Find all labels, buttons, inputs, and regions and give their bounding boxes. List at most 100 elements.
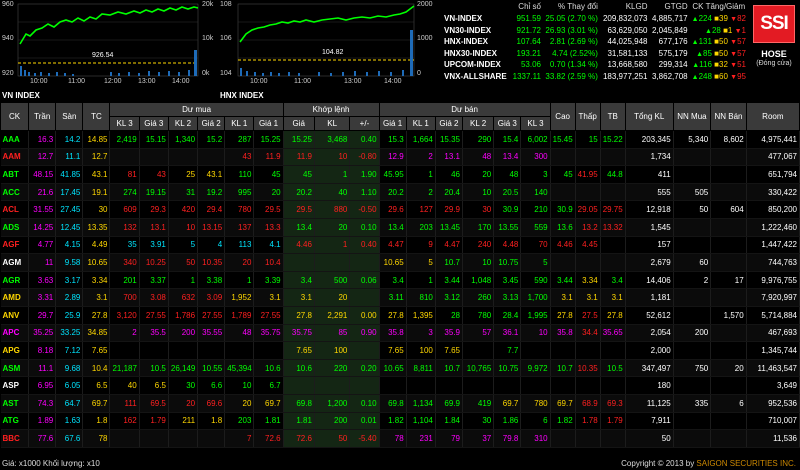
cell-foreign-sell <box>710 341 747 360</box>
col-foreign-sell: NN Bán <box>710 102 747 131</box>
cell-ask-vol1: 1 <box>406 271 436 290</box>
cell-symbol[interactable]: ANV <box>0 306 30 325</box>
cell-ask-vol1: 1,104 <box>406 412 436 431</box>
index-name: VNX-ALLSHARE <box>444 71 507 81</box>
cell-bid-price2: 13.15 <box>197 218 226 237</box>
cell-foreign-buy <box>673 341 712 360</box>
cell-ask-vol3: 590 <box>520 271 551 290</box>
cell-symbol[interactable]: APG <box>0 341 30 360</box>
stock-row[interactable]: AGM 11 9.58 10.65 340 10.25 50 10.35 20 10.4 10.65… <box>0 253 800 272</box>
cell-symbol[interactable]: ABT <box>0 165 30 184</box>
down-arrow-icon: ▼ <box>734 27 742 35</box>
hnx-index-chart: 108 106 104 2000 1000 0 10:00 11:00 13:0… <box>218 0 440 100</box>
advancers: 28 <box>711 25 721 35</box>
cell-symbol[interactable]: APC <box>0 324 30 343</box>
cell-ask-price3: 15.4 <box>493 130 522 149</box>
cell-match-change <box>349 376 380 395</box>
cell-room: 4,975,441 <box>746 130 800 149</box>
stock-row[interactable]: AAA 16.3 14.2 14.85 2,419 15.15 1,340 15.2 287 15… <box>0 130 800 149</box>
index-change: 4.74 (2.52%) <box>552 48 598 58</box>
cell-ask-vol2: 260 <box>462 288 495 307</box>
cell-symbol[interactable]: BBC <box>0 429 30 448</box>
cell-symbol[interactable]: ADS <box>0 218 30 237</box>
index-row[interactable]: VNX-ALLSHARE 1337.11 33.82 (2.59 %) 183,977… <box>442 71 748 83</box>
cell-bid-price3: 10.25 <box>139 253 169 272</box>
cell-symbol[interactable]: ACL <box>0 200 30 219</box>
cell-symbol[interactable]: AGF <box>0 236 30 255</box>
index-change: 0.70 (1.34 %) <box>549 60 598 70</box>
index-row[interactable]: VN30-INDEX 921.72 26.93 (3.01 %) 63,629,050… <box>442 25 748 37</box>
col-match-group: Khớp lệnh <box>282 102 380 117</box>
cell-symbol[interactable]: AST <box>0 394 30 413</box>
cell-symbol[interactable]: ASP <box>0 376 30 395</box>
y-tick: 1000 <box>417 35 433 42</box>
cell-bid-vol2: 25 <box>168 165 199 184</box>
col-ask-vol1: KL 1 <box>405 116 436 131</box>
ssi-logo: SSI HOSE (Đóng cửa) <box>750 5 798 97</box>
index-header: GTGD <box>664 2 688 11</box>
stock-row[interactable]: ASM 11.1 9.68 10.4 21,187 10.5 26,149 10.55 45,3… <box>0 359 800 378</box>
cell-ref: 6.5 <box>82 376 111 395</box>
index-header: Chỉ số <box>518 2 541 11</box>
cell-bid-price1: 10.6 <box>253 359 284 378</box>
cell-ask-vol3: 780 <box>520 394 551 413</box>
cell-avg <box>600 253 626 272</box>
index-row[interactable]: UPCOM-INDEX 53.06 0.70 (1.34 %) 13,668,580 2… <box>442 59 748 71</box>
stock-row[interactable]: AGR 3.63 3.17 3.34 201 3.37 1 3.38 1 3.39 3.4 500 0.… <box>0 271 800 290</box>
cell-room: 7,920,997 <box>746 288 800 307</box>
index-row[interactable]: VN-INDEX 951.59 25.05 (2.70 %) 209,832,073 4… <box>442 13 748 25</box>
cell-bid-price1: 35.75 <box>253 324 284 343</box>
cell-symbol[interactable]: AAA <box>0 130 30 149</box>
y-tick: 940 <box>2 35 14 42</box>
cell-ask-vol1: 2 <box>406 183 436 202</box>
stock-row[interactable]: AST 74.3 64.7 69.7 111 69.5 20 69.6 20 69.7 69.8 1,… <box>0 394 800 413</box>
cell-symbol[interactable]: AMD <box>0 288 30 307</box>
cell-symbol[interactable]: ATG <box>0 412 30 431</box>
stock-row[interactable]: AMD 3.31 2.89 3.1 700 3.08 632 3.09 1,952 3.1 3.1 2… <box>0 288 800 307</box>
cell-foreign-buy <box>673 376 712 395</box>
cell-symbol[interactable]: AAM <box>0 148 30 167</box>
cell-bid-vol3 <box>109 429 140 448</box>
cell-floor: 9.58 <box>55 253 84 272</box>
index-value-traded: 4,885,717 <box>652 14 688 24</box>
index-row[interactable]: HNX30-INDEX 193.21 4.74 (2.52%) 31,581,133 5… <box>442 48 748 60</box>
index-name: VN30-INDEX <box>444 25 492 35</box>
cell-ask-vol2: 48 <box>462 148 495 167</box>
cell-bid-vol1: 10 <box>224 376 255 395</box>
x-tick: 11:00 <box>68 78 85 85</box>
cell-floor: 33.25 <box>55 324 84 343</box>
stock-row[interactable]: AAM 12.7 11.1 12.7 43 11.9 11.9 10 -0.80 12.9 2 13.… <box>0 148 800 167</box>
cell-match-vol: 500 <box>314 271 351 290</box>
stock-row[interactable]: ACC 21.6 17.45 19.1 274 19.15 31 19.2 995 20 20.2 4… <box>0 183 800 202</box>
cell-high <box>550 376 576 395</box>
cell-symbol[interactable]: AGR <box>0 271 30 290</box>
cell-low: 41.95 <box>575 165 601 184</box>
cell-bid-price1: 20 <box>253 183 284 202</box>
stock-row[interactable]: APG 8.18 7.12 7.65 7.65 100 7.65 100 7.65 7.7 2,00… <box>0 341 800 360</box>
index-row[interactable]: HNX-INDEX 107.64 2.81 (2.69 %) 44,025,948 67… <box>442 36 748 48</box>
up-arrow-icon: ▲ <box>691 73 699 81</box>
stock-row[interactable]: ASP 6.95 6.05 6.5 40 6.5 30 6.6 10 6.7 180 3,649 <box>0 376 800 395</box>
stock-row[interactable]: BBC 77.6 67.6 78 7 72.6 72.6 50 -5.40 78 231 79 37 79… <box>0 429 800 448</box>
cell-symbol[interactable]: ASM <box>0 359 30 378</box>
cell-ask-price1: 35.8 <box>379 324 407 343</box>
stock-row[interactable]: ATG 1.89 1.63 1.8 162 1.79 211 1.8 203 1.81 1.81 20… <box>0 412 800 431</box>
stock-row[interactable]: APC 35.25 33.25 34.85 2 35.5 200 35.55 48 35.75 35… <box>0 324 800 343</box>
cell-match-vol: 40 <box>314 183 351 202</box>
stock-row[interactable]: ANV 29.7 25.9 27.8 3,120 27.55 1,786 27.55 1,789… <box>0 306 800 325</box>
cell-total-vol: 50 <box>625 429 674 448</box>
stock-row[interactable]: ADS 14.25 12.45 13.35 132 13.1 10 13.15 137 13.3 1… <box>0 218 800 237</box>
cell-symbol[interactable]: AGM <box>0 253 30 272</box>
cell-symbol[interactable]: ACC <box>0 183 30 202</box>
cell-ask-price1: 7.65 <box>379 341 407 360</box>
cell-ask-price3: 13.4 <box>493 148 522 167</box>
cell-ask-price1: 13.4 <box>379 218 407 237</box>
stock-row[interactable]: ACL 31.55 27.45 30 609 29.3 420 29.4 780 29.5 29.5… <box>0 200 800 219</box>
cell-total-vol: 203,345 <box>625 130 674 149</box>
cell-bid-price3: 6.5 <box>139 376 169 395</box>
cell-ask-price3: 79.8 <box>493 429 522 448</box>
cell-low: 15 <box>575 130 601 149</box>
stock-row[interactable]: AGF 4.77 4.15 4.49 35 3.91 5 4 113 4.1 4.46 1 0.40 4.… <box>0 236 800 255</box>
cell-ref: 4.49 <box>82 236 111 255</box>
stock-row[interactable]: ABT 48.15 41.85 43.1 81 43 25 43.1 110 45 45 1 1.90 4… <box>0 165 800 184</box>
